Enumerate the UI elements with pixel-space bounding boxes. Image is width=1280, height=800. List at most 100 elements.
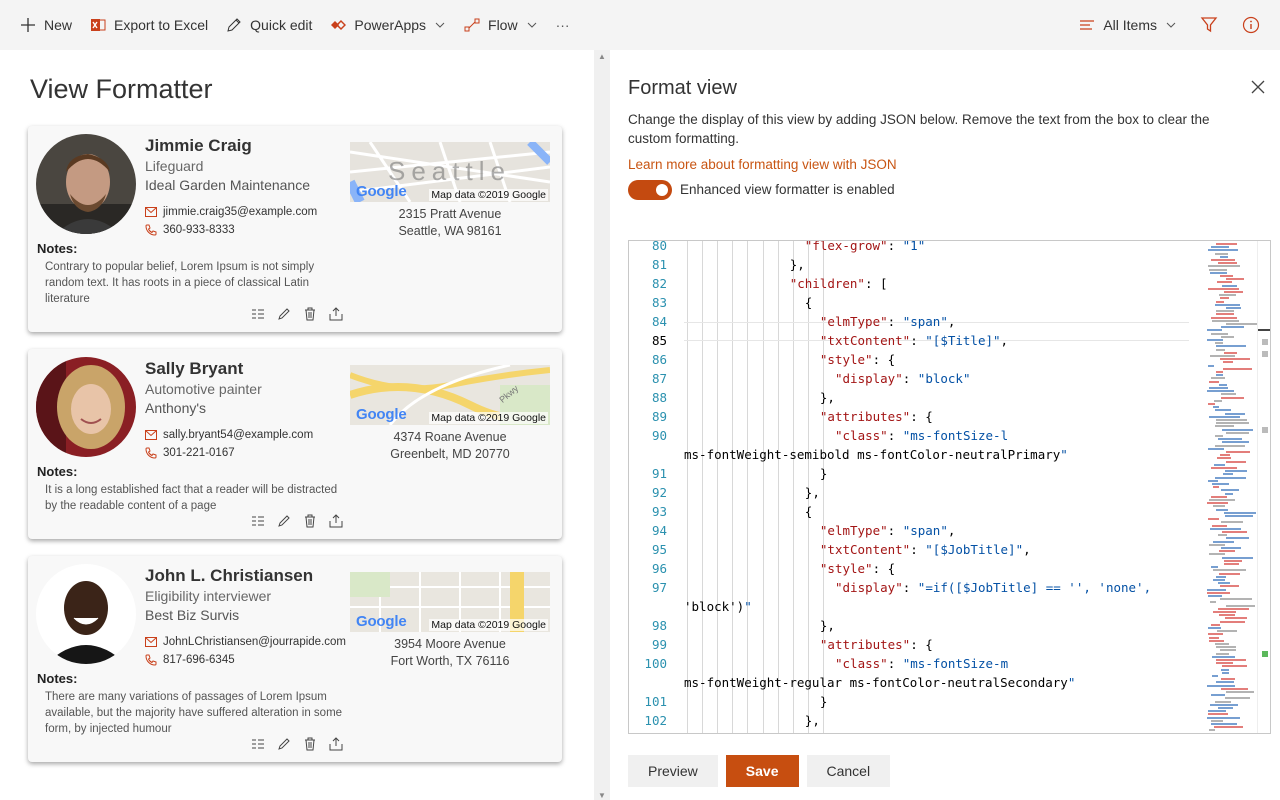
cancel-button[interactable]: Cancel <box>806 755 891 787</box>
delete-icon[interactable] <box>302 306 318 322</box>
scroll-down-arrow[interactable]: ▼ <box>598 791 606 800</box>
overview-mark <box>1262 351 1268 357</box>
delete-icon[interactable] <box>302 513 318 529</box>
line-number: 80 <box>651 240 667 253</box>
minimap-line <box>1209 268 1227 271</box>
new-button[interactable]: New <box>0 0 81 50</box>
chevron-down-icon <box>527 22 536 28</box>
minimap-line <box>1207 329 1222 332</box>
line-number: 86 <box>651 352 667 367</box>
minimap-line <box>1221 521 1243 524</box>
person-phone[interactable]: 817-696-6345 <box>145 654 235 666</box>
info-button[interactable] <box>1232 0 1280 50</box>
edit-icon[interactable] <box>276 513 292 529</box>
line-number: 95 <box>651 542 667 557</box>
code-lines: 80 "flex-grow": "1" 81}, 82 "children": [83 {… <box>629 240 1189 733</box>
share-icon[interactable] <box>328 306 344 322</box>
minimap-line <box>1208 249 1238 252</box>
quick-edit-button[interactable]: Quick edit <box>217 0 321 50</box>
mail-icon <box>145 207 157 217</box>
minimap-line <box>1211 694 1225 697</box>
map-image[interactable]: Pkwy Google Map data ©2019 Google <box>350 365 550 425</box>
share-icon[interactable] <box>328 736 344 752</box>
person-email[interactable]: JohnLChristiansen@jourrapide.com <box>145 636 346 648</box>
email-text: JohnLChristiansen@jourrapide.com <box>163 636 346 648</box>
command-bar: New Export to Excel Quick edit PowerApps… <box>0 0 1280 50</box>
minimap-line <box>1225 697 1250 700</box>
avatar <box>36 357 136 457</box>
edit-icon[interactable] <box>276 306 292 322</box>
close-icon[interactable] <box>1249 78 1267 96</box>
email-text: jimmie.craig35@example.com <box>163 206 318 218</box>
minimap-line <box>1214 399 1222 402</box>
code-line: 98}, <box>629 616 1189 635</box>
share-icon[interactable] <box>328 513 344 529</box>
flow-menu[interactable]: Flow <box>455 0 547 50</box>
minimap-line <box>1215 444 1245 447</box>
code-line: 97 "display": "=if([$JobTitle] == '', 'no… <box>629 578 1189 597</box>
json-code-editor[interactable]: 80 "flex-grow": "1" 81}, 82 "children": [83 {… <box>628 240 1271 734</box>
save-button[interactable]: Save <box>725 755 799 787</box>
code-line: 95 "txtContent": "[$JobTitle]", <box>629 540 1189 559</box>
code-line: 'block')" <box>629 597 1189 616</box>
minimap-line <box>1223 361 1233 364</box>
code-line: 100 "class": "ms-fontSize-m <box>629 654 1189 673</box>
line-number: 93 <box>651 504 667 519</box>
map-image[interactable]: Google Map data ©2019 Google <box>350 572 550 632</box>
learn-more-link[interactable]: Learn more about formatting view with JS… <box>628 157 897 172</box>
notes-heading: Notes: <box>37 464 78 479</box>
minimap-line <box>1221 489 1239 492</box>
delete-icon[interactable] <box>302 736 318 752</box>
minimap-line <box>1207 591 1230 594</box>
minimap-line <box>1220 649 1236 652</box>
preview-button[interactable]: Preview <box>628 755 718 787</box>
details-icon[interactable] <box>250 736 266 752</box>
address-line2: Greenbelt, MD 20770 <box>390 447 510 461</box>
minimap-line <box>1211 246 1229 249</box>
phone-text: 360-933-8333 <box>163 224 235 236</box>
page-scrollbar[interactable]: ▲ ▼ <box>594 50 610 800</box>
minimap-line <box>1216 300 1224 303</box>
line-number: 103 <box>629 730 667 733</box>
minimap-line <box>1226 278 1244 281</box>
minimap-line <box>1209 387 1228 389</box>
code-text: "elmType": "span", <box>819 314 956 329</box>
minimap-line <box>1207 684 1235 687</box>
minimap-line <box>1215 303 1240 306</box>
person-phone[interactable]: 301-221-0167 <box>145 447 235 459</box>
address-line2: Seattle, WA 98161 <box>398 224 502 238</box>
code-text: 'block')" <box>684 599 752 614</box>
powerapps-menu[interactable]: PowerApps <box>321 0 455 50</box>
filter-icon <box>1200 17 1218 33</box>
enhanced-formatter-toggle[interactable] <box>628 180 672 200</box>
code-text: } <box>819 694 828 709</box>
scroll-up-arrow[interactable]: ▲ <box>598 52 606 61</box>
person-email[interactable]: sally.bryant54@example.com <box>145 429 313 441</box>
more-button[interactable]: ··· <box>547 0 579 50</box>
view-selector[interactable]: All Items <box>1070 0 1186 50</box>
minimap-line <box>1226 323 1257 325</box>
filter-button[interactable] <box>1186 0 1232 50</box>
export-to-excel-button[interactable]: Export to Excel <box>81 0 217 50</box>
minimap-line <box>1209 729 1215 732</box>
person-name: John L. Christiansen <box>145 566 314 585</box>
minimap-line <box>1224 559 1242 562</box>
details-icon[interactable] <box>250 513 266 529</box>
editor-scrollbar[interactable] <box>1257 241 1270 733</box>
minimap-line <box>1208 713 1228 716</box>
phone-text: 301-221-0167 <box>163 447 235 459</box>
minimap-line <box>1216 310 1234 313</box>
minimap-line <box>1221 393 1236 396</box>
minimap-line <box>1214 463 1225 466</box>
overview-mark <box>1262 339 1268 345</box>
person-email[interactable]: jimmie.craig35@example.com <box>145 206 317 218</box>
person-phone[interactable]: 360-933-8333 <box>145 224 235 236</box>
minimap-line <box>1216 374 1223 377</box>
details-icon[interactable] <box>250 306 266 322</box>
toggle-label: Enhanced view formatter is enabled <box>680 182 895 197</box>
minimap-line <box>1221 326 1244 329</box>
minimap-line <box>1210 355 1235 357</box>
edit-icon[interactable] <box>276 736 292 752</box>
minimap-line <box>1211 259 1235 261</box>
map-image[interactable]: Seattle Google Map data ©2019 Google <box>350 142 550 202</box>
